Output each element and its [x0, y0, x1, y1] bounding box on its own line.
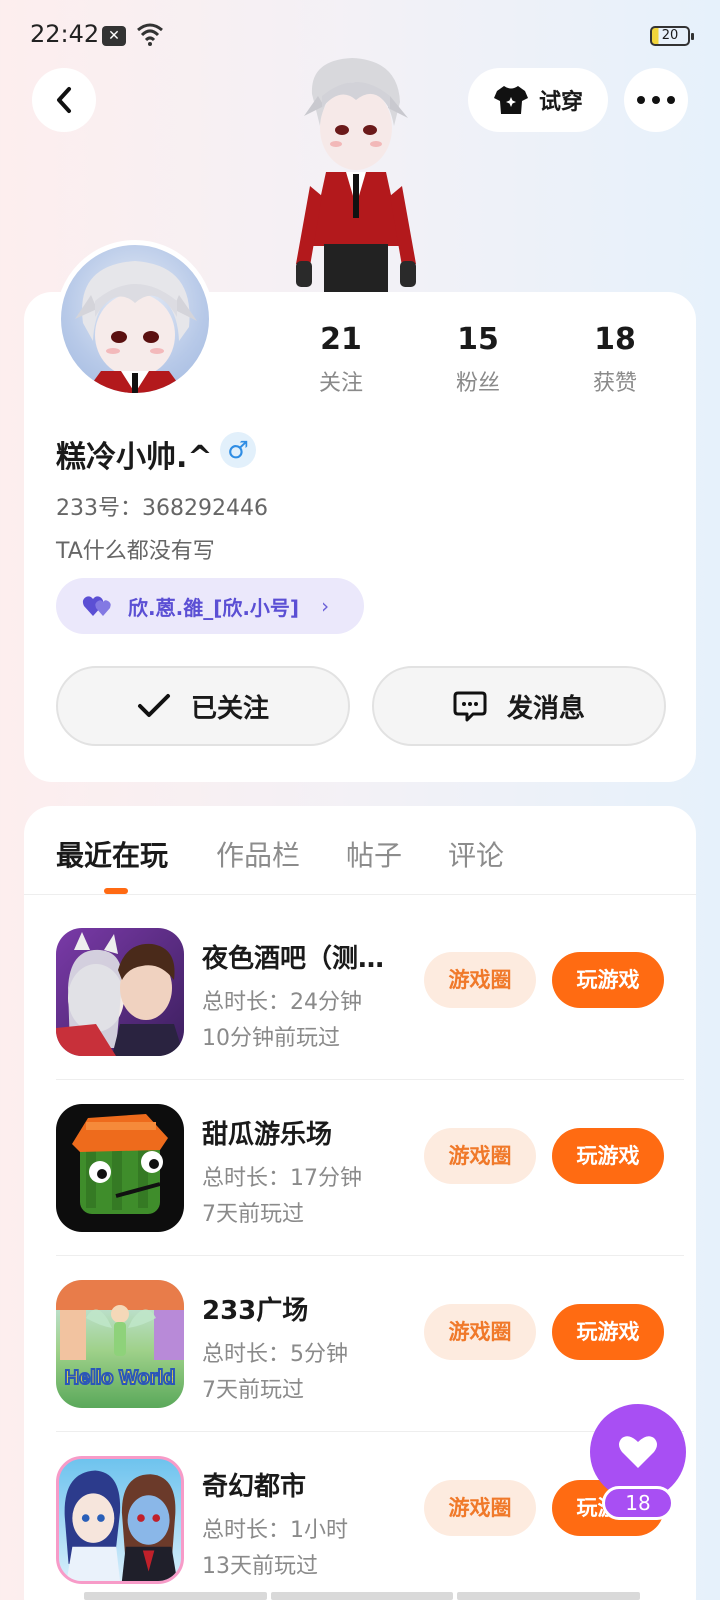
back-button[interactable]	[32, 68, 96, 132]
chevron-left-icon	[57, 87, 71, 113]
like-count-badge: 18	[602, 1486, 674, 1520]
stat-followers-label: 粉丝	[455, 371, 500, 396]
relation-label: 欣.蒽.雒_[欣.小号]	[128, 595, 300, 620]
game-icon-hello-world-text: Hello World	[65, 1367, 176, 1389]
shirt-icon	[493, 86, 528, 114]
user-id: 233号：368292446	[56, 496, 268, 521]
stat-followers[interactable]: 15 粉丝	[428, 322, 528, 397]
game-circle-button[interactable]: 游戏圈	[424, 952, 536, 1008]
chevron-right-icon: ›	[321, 594, 330, 618]
avatar[interactable]	[56, 240, 214, 398]
stat-followers-count: 15	[457, 322, 499, 357]
stat-following[interactable]: 21 关注	[291, 322, 391, 397]
followed-label: 已关注	[190, 693, 269, 724]
stat-likes-label: 获赞	[592, 371, 637, 396]
heart-icon	[619, 1436, 657, 1468]
character-model-image[interactable]	[290, 56, 420, 296]
play-game-button[interactable]: 玩游戏	[552, 952, 664, 1008]
game-last-played: 7天前玩过	[202, 1202, 304, 1227]
avatar-image	[75, 261, 197, 393]
more-button[interactable]	[624, 68, 688, 132]
game-circle-button[interactable]: 游戏圈	[424, 1480, 536, 1536]
bottom-indicator	[84, 1592, 641, 1600]
game-icon-233-square: Hello World	[56, 1280, 184, 1408]
gender-male-icon: ♂	[220, 432, 256, 468]
tab-posts[interactable]: 帖子	[346, 834, 402, 874]
game-duration: 总时长：5分钟	[202, 1342, 348, 1367]
followed-button[interactable]: 已关注	[56, 666, 350, 746]
relation-badge[interactable]: 欣.蒽.雒_[欣.小号] ›	[56, 578, 364, 634]
game-circle-button[interactable]: 游戏圈	[424, 1128, 536, 1184]
double-heart-icon	[82, 596, 111, 616]
send-message-label: 发消息	[506, 693, 585, 724]
user-bio: TA什么都没有写	[56, 539, 215, 564]
play-game-button[interactable]: 玩游戏	[552, 1304, 664, 1360]
game-last-played: 13天前玩过	[202, 1554, 318, 1579]
game-title: 甜瓜游乐场	[202, 1120, 333, 1150]
game-title: 夜色酒吧（测…	[202, 944, 385, 974]
game-duration: 总时长：1小时	[202, 1518, 348, 1543]
game-duration: 总时长：17分钟	[202, 1166, 362, 1191]
tab-comments[interactable]: 评论	[448, 834, 504, 874]
try-on-button[interactable]: 试穿	[468, 68, 608, 132]
more-dots-icon	[637, 96, 675, 104]
game-title: 奇幻都市	[202, 1472, 307, 1502]
stat-likes[interactable]: 18 获赞	[565, 322, 665, 397]
game-list-item[interactable]: Hello World 233广场 总时长：5分钟 7天前玩过 游戏圈 玩游戏	[24, 1256, 696, 1432]
game-list-item[interactable]: 夜色酒吧（测… 总时长：24分钟 10分钟前玩过 游戏圈 玩游戏	[24, 904, 696, 1080]
game-icon-night-bar	[56, 928, 184, 1056]
stat-following-label: 关注	[318, 371, 363, 396]
notification-icon: ✕	[102, 26, 126, 46]
game-title: 233广场	[202, 1296, 309, 1326]
tab-recently-played[interactable]: 最近在玩	[56, 834, 168, 874]
game-list-item[interactable]: 甜瓜游乐场 总时长：17分钟 7天前玩过 游戏圈 玩游戏	[24, 1080, 696, 1256]
game-duration: 总时长：24分钟	[202, 990, 362, 1015]
game-icon-fantasy-city	[56, 1456, 184, 1584]
wifi-icon	[137, 23, 163, 46]
game-icon-melon-playground	[56, 1104, 184, 1232]
play-game-button[interactable]: 玩游戏	[552, 1128, 664, 1184]
username: 糕冷小帅.^	[56, 440, 213, 475]
battery-icon: 20	[650, 26, 694, 46]
stat-following-count: 21	[320, 322, 362, 357]
tab-works[interactable]: 作品栏	[216, 834, 300, 874]
status-time: 22:42	[30, 20, 100, 48]
game-last-played: 7天前玩过	[202, 1378, 304, 1403]
game-last-played: 10分钟前玩过	[202, 1026, 340, 1051]
divider	[24, 894, 696, 895]
game-circle-button[interactable]: 游戏圈	[424, 1304, 536, 1360]
chat-bubble-icon	[453, 691, 487, 722]
stat-likes-count: 18	[594, 322, 636, 357]
try-on-label: 试穿	[538, 90, 583, 115]
check-icon	[137, 694, 170, 717]
send-message-button[interactable]: 发消息	[372, 666, 666, 746]
